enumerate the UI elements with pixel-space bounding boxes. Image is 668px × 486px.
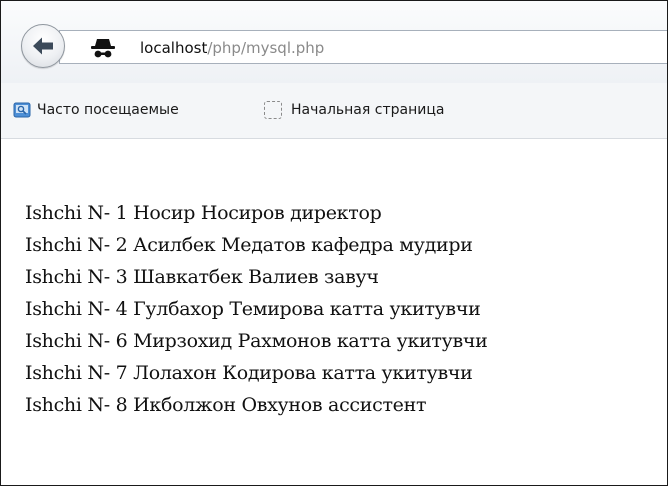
worker-number: 8 — [115, 394, 128, 416]
url-host: localhost — [140, 39, 208, 57]
worker-row: Ishchi N- 6 Мирзохид Рахмонов катта укит… — [25, 325, 488, 357]
worker-row: Ishchi N- 1 Носир Носиров директор — [25, 197, 488, 229]
worker-text: Лолахон Кодирова катта укитувчи — [133, 362, 473, 384]
worker-text: Шавкатбек Валиев завуч — [133, 266, 379, 288]
worker-text: Гулбахор Темирова катта укитувчи — [133, 298, 481, 320]
worker-prefix: Ishchi N- — [25, 234, 110, 256]
worker-number: 7 — [115, 362, 128, 384]
bookmark-most-visited-label: Часто посещаемые — [37, 102, 179, 118]
bookmarks-toolbar: Часто посещаемые Начальная страница — [1, 83, 667, 139]
worker-list: Ishchi N- 1 Носир Носиров директор Ishch… — [25, 197, 488, 421]
worker-row: Ishchi N- 8 Икболжон Овхунов ассистент — [25, 389, 488, 421]
worker-text: Носир Носиров директор — [133, 202, 382, 224]
worker-number: 4 — [115, 298, 128, 320]
worker-row: Ishchi N- 2 Асилбек Медатов кафедра муди… — [25, 229, 488, 261]
worker-number: 3 — [115, 266, 128, 288]
worker-number: 6 — [115, 330, 128, 352]
private-browsing-mask-icon[interactable] — [90, 37, 116, 59]
blank-page-icon — [264, 101, 282, 119]
bookmark-home-page-label: Начальная страница — [291, 102, 445, 118]
worker-prefix: Ishchi N- — [25, 266, 110, 288]
worker-prefix: Ishchi N- — [25, 202, 110, 224]
back-button[interactable] — [21, 24, 65, 68]
worker-row: Ishchi N- 4 Гулбахор Темирова катта укит… — [25, 293, 488, 325]
bookmark-home-page[interactable]: Начальная страница — [264, 99, 444, 121]
worker-prefix: Ishchi N- — [25, 298, 110, 320]
worker-text: Асилбек Медатов кафедра мудири — [133, 234, 473, 256]
bookmark-most-visited[interactable]: Часто посещаемые — [13, 99, 179, 121]
worker-text: Икболжон Овхунов ассистент — [133, 394, 427, 416]
url-text[interactable]: localhost/php/mysql.php — [140, 38, 324, 58]
worker-row: Ishchi N- 3 Шавкатбек Валиев завуч — [25, 261, 488, 293]
worker-row: Ishchi N- 7 Лолахон Кодирова катта укиту… — [25, 357, 488, 389]
navigation-toolbar: localhost/php/mysql.php — [1, 1, 667, 83]
worker-prefix: Ishchi N- — [25, 394, 110, 416]
page-content: Ishchi N- 1 Носир Носиров директор Ishch… — [1, 139, 667, 485]
worker-prefix: Ishchi N- — [25, 362, 110, 384]
url-bar[interactable]: localhost/php/mysql.php — [59, 30, 667, 64]
worker-text: Мирзохид Рахмонов катта укитувчи — [133, 330, 488, 352]
folder-icon — [13, 101, 31, 119]
worker-number: 2 — [115, 234, 128, 256]
worker-number: 1 — [115, 202, 128, 224]
browser-window: localhost/php/mysql.php Часто посещаемые — [0, 0, 668, 486]
url-path: /php/mysql.php — [207, 39, 325, 57]
worker-prefix: Ishchi N- — [25, 330, 110, 352]
